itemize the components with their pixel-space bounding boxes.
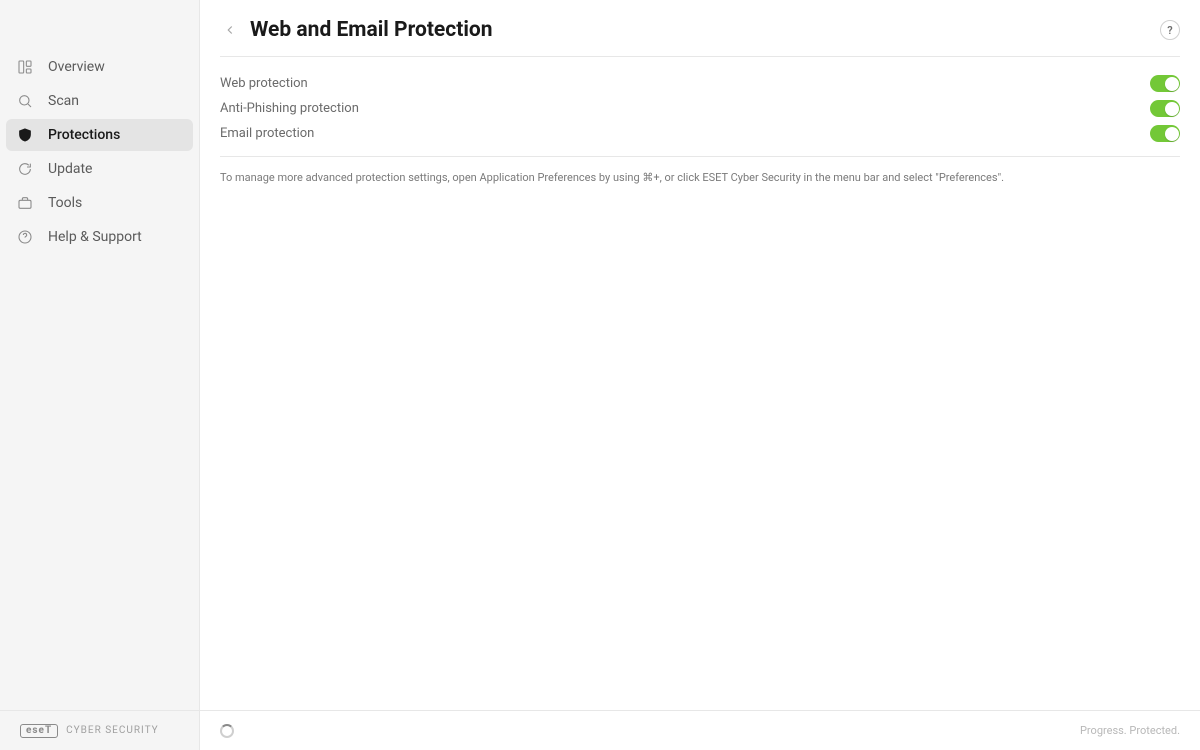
toolbox-icon xyxy=(16,194,34,212)
overview-icon xyxy=(16,58,34,76)
toggle-email-protection[interactable] xyxy=(1150,125,1180,142)
toggle-anti-phishing[interactable] xyxy=(1150,100,1180,117)
sidebar-item-protections[interactable]: Protections xyxy=(6,119,193,151)
brand-name: CYBER SECURITY xyxy=(66,725,158,736)
setting-label: Web protection xyxy=(220,76,308,91)
main-content: Web and Email Protection ? Web protectio… xyxy=(200,0,1200,710)
page-title: Web and Email Protection xyxy=(250,18,1160,42)
shield-icon xyxy=(16,126,34,144)
sidebar-item-label: Scan xyxy=(48,93,79,109)
refresh-icon xyxy=(16,160,34,178)
back-button[interactable] xyxy=(220,20,240,40)
toggle-web-protection[interactable] xyxy=(1150,75,1180,92)
sidebar-item-label: Update xyxy=(48,161,92,177)
setting-row-web-protection: Web protection xyxy=(220,71,1180,96)
setting-row-anti-phishing: Anti-Phishing protection xyxy=(220,96,1180,121)
footer: eseT CYBER SECURITY Progress. Protected. xyxy=(0,710,1200,750)
sidebar-item-overview[interactable]: Overview xyxy=(6,51,193,83)
search-icon xyxy=(16,92,34,110)
info-text: To manage more advanced protection setti… xyxy=(220,171,1180,184)
sidebar: Overview Scan Protections Update Tools xyxy=(0,0,200,710)
help-icon xyxy=(16,228,34,246)
setting-label: Anti-Phishing protection xyxy=(220,101,359,116)
sidebar-item-label: Tools xyxy=(48,195,82,211)
sidebar-item-scan[interactable]: Scan xyxy=(6,85,193,117)
sidebar-item-label: Help & Support xyxy=(48,229,142,245)
page-header: Web and Email Protection ? xyxy=(220,0,1180,57)
sidebar-item-label: Overview xyxy=(48,59,105,75)
spinner-icon xyxy=(220,724,234,738)
sidebar-item-label: Protections xyxy=(48,127,120,143)
sidebar-item-tools[interactable]: Tools xyxy=(6,187,193,219)
sidebar-item-update[interactable]: Update xyxy=(6,153,193,185)
footer-tagline: Progress. Protected. xyxy=(1080,724,1180,737)
brand-logo: eseT xyxy=(20,724,58,738)
page-help-button[interactable]: ? xyxy=(1160,20,1180,40)
footer-brand: eseT CYBER SECURITY xyxy=(0,711,200,750)
settings-list: Web protection Anti-Phishing protection … xyxy=(220,57,1180,157)
sidebar-item-help[interactable]: Help & Support xyxy=(6,221,193,253)
setting-label: Email protection xyxy=(220,126,314,141)
setting-row-email-protection: Email protection xyxy=(220,121,1180,146)
